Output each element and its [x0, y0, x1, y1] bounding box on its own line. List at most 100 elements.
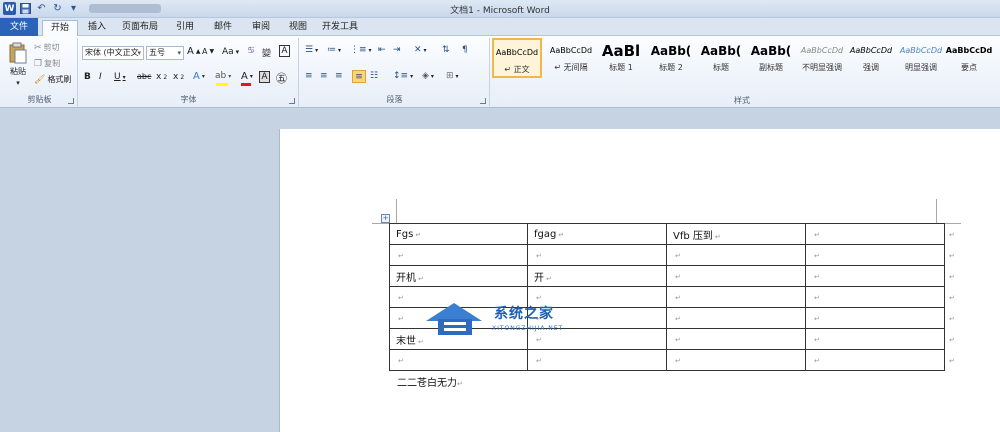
style-heading-2[interactable]: AaBb( 标题 2 — [646, 38, 696, 78]
decrease-indent-icon[interactable]: ⇤ — [378, 45, 386, 55]
cell-end-mark: ↵ — [675, 314, 681, 323]
multilevel-list-icon[interactable]: ⋮≡ ▾ — [350, 45, 372, 55]
grow-font-button[interactable]: A ▲ — [187, 46, 200, 57]
tab-references[interactable]: 引用 — [170, 20, 200, 36]
underline-button[interactable]: U ▾ — [114, 72, 126, 82]
table-cell[interactable]: ↵ — [527, 349, 667, 371]
font-family-select[interactable]: 宋体 (中文正文 — [82, 46, 144, 60]
strikethrough-button[interactable]: abc — [137, 72, 151, 81]
table-cell[interactable]: ↵ — [805, 265, 945, 287]
cell-end-mark: ↵ — [675, 251, 681, 260]
table-cell[interactable]: ↵ — [666, 349, 806, 371]
table-cell[interactable]: ↵ — [666, 286, 806, 308]
tab-home[interactable]: 开始 — [42, 20, 78, 37]
paragraph-after-table[interactable]: 二二苍白无力↵ — [397, 374, 463, 389]
cut-button[interactable]: ✂ 剪切 — [34, 42, 60, 53]
show-formatting-marks-icon[interactable]: ¶ — [462, 45, 468, 55]
style-title[interactable]: AaBb( 标题 — [696, 38, 746, 78]
distributed-icon[interactable]: ☷ — [370, 71, 378, 81]
paragraph-launcher-icon[interactable] — [480, 98, 486, 104]
increase-indent-icon[interactable]: ⇥ — [393, 45, 401, 55]
align-center-icon[interactable]: ≡ — [320, 71, 328, 81]
ribbon: 粘贴 ▾ ✂ 剪切 ❐ 复制 🖌 格式刷 剪贴板 宋体 (中文正文 五号 A▲ … — [0, 36, 1000, 108]
table-cell[interactable]: Fgs ↵ — [389, 223, 528, 245]
table-cell[interactable]: ↵ — [805, 349, 945, 371]
numbering-icon[interactable]: ≔ ▾ — [327, 45, 341, 55]
paragraph-text: 二二苍白无力 — [397, 378, 457, 389]
row-end-mark: ↵ — [949, 314, 955, 323]
table-cell[interactable]: ↵ — [666, 244, 806, 266]
table-cell[interactable]: ↵ — [805, 328, 945, 350]
subscript-button[interactable]: x2 — [156, 72, 167, 82]
style-heading-1[interactable]: AaBl 标题 1 — [596, 38, 646, 78]
highlight-color-icon[interactable]: ab ▾ — [215, 71, 231, 81]
document-area: + Fgs ↵ fgag ↵ Vfb 压到 ↵ ↵ ↵ ↵ ↵ ↵ ↵ ↵ 开机 ↵ 开 ↵ ↵ ↵ ↵ ↵ ↵ ↵ ↵ ↵ ↵ ↵… — [0, 109, 1000, 432]
shrink-font-button[interactable]: A ▼ — [202, 47, 214, 56]
table-cell[interactable]: ↵ — [666, 307, 806, 329]
row-end-mark: ↵ — [949, 251, 955, 260]
paste-button[interactable]: 粘贴 ▾ — [6, 42, 30, 87]
superscript-button[interactable]: x2 — [173, 72, 184, 82]
table-cell[interactable]: ↵ — [805, 286, 945, 308]
row-end-cell: ↵ — [945, 287, 956, 308]
style-emphasis[interactable]: AaBbCcDd 强调 — [846, 38, 896, 78]
bold-button[interactable]: B — [84, 72, 91, 82]
table-move-handle-icon[interactable]: + — [381, 214, 390, 223]
style-strong[interactable]: AaBbCcDd 要点 — [944, 38, 994, 78]
styles-gallery: AaBbCcDd ↵ 正文 AaBbCcDd ↵ 无间隔 AaBl 标题 1 A… — [492, 38, 992, 90]
tab-view[interactable]: 视图 — [283, 20, 313, 36]
clipboard-launcher-icon[interactable] — [68, 98, 74, 104]
style-subtitle[interactable]: AaBb( 副标题 — [746, 38, 796, 78]
table-cell[interactable]: fgag ↵ — [527, 223, 667, 245]
tab-mailings[interactable]: 邮件 — [208, 20, 238, 36]
font-size-select[interactable]: 五号 — [146, 46, 184, 60]
italic-button[interactable]: I — [99, 72, 102, 82]
style-normal[interactable]: AaBbCcDd ↵ 正文 — [492, 38, 542, 78]
enclose-characters-icon[interactable]: ㊄ — [276, 70, 287, 86]
style-no-spacing[interactable]: AaBbCcDd ↵ 无间隔 — [546, 38, 596, 78]
style-intense-emphasis[interactable]: AaBbCcDd 明显强调 — [896, 38, 946, 78]
character-border-icon[interactable]: A — [279, 45, 290, 57]
style-subtle-emphasis[interactable]: AaBbCcDd 不明显强调 — [796, 38, 848, 78]
table-cell[interactable]: 开机 ↵ — [389, 265, 528, 287]
clear-formatting-icon[interactable]: ♋ — [247, 46, 255, 56]
tab-review[interactable]: 审阅 — [246, 20, 276, 36]
character-shading-icon[interactable]: A — [259, 71, 270, 83]
tab-insert[interactable]: 插入 — [82, 20, 112, 36]
table-cell[interactable]: ↵ — [389, 349, 528, 371]
grow-font-label: A — [187, 46, 194, 57]
font-color-icon[interactable]: A ▾ — [241, 71, 253, 82]
justify-icon[interactable]: ≡ — [352, 70, 366, 83]
document-table[interactable]: Fgs ↵ fgag ↵ Vfb 压到 ↵ ↵ ↵ ↵ ↵ ↵ ↵ ↵ 开机 ↵ 开 ↵ ↵ ↵ ↵ ↵ ↵ ↵ ↵ ↵ ↵ ↵ ↵ ↵… — [389, 223, 956, 371]
sort-icon[interactable]: ⇅ — [442, 45, 450, 55]
watermark-logo: 系统之家 XITONGZHIJIA.NET — [424, 299, 584, 347]
table-cell[interactable]: ↵ — [666, 328, 806, 350]
table-cell[interactable]: ↵ — [389, 244, 528, 266]
copy-button[interactable]: ❐ 复制 — [34, 58, 60, 69]
align-left-icon[interactable]: ≡ — [305, 71, 313, 81]
chinese-layout-icon[interactable]: ✕ ▾ — [414, 45, 427, 55]
format-painter-button[interactable]: 🖌 格式刷 — [34, 74, 71, 85]
bullets-icon[interactable]: ☰ ▾ — [305, 45, 318, 55]
paste-dropdown-arrow[interactable]: ▾ — [16, 79, 20, 87]
borders-icon[interactable]: ⊞ ▾ — [446, 71, 459, 81]
tab-developer[interactable]: 开发工具 — [318, 20, 362, 36]
table-cell[interactable]: ↵ — [805, 244, 945, 266]
table-cell[interactable]: ↵ — [805, 307, 945, 329]
text-effects-icon[interactable]: A ▾ — [193, 71, 205, 82]
align-right-icon[interactable]: ≡ — [335, 71, 343, 81]
font-launcher-icon[interactable] — [289, 98, 295, 104]
shading-icon[interactable]: ◈ ▾ — [422, 71, 434, 81]
phonetic-guide-icon[interactable]: 變 — [262, 46, 271, 59]
table-cell[interactable]: 开 ↵ — [527, 265, 667, 287]
tab-page-layout[interactable]: 页面布局 — [118, 20, 162, 36]
document-page[interactable]: + Fgs ↵ fgag ↵ Vfb 压到 ↵ ↵ ↵ ↵ ↵ ↵ ↵ ↵ 开机 ↵ 开 ↵ ↵ ↵ ↵ ↵ ↵ ↵ ↵ ↵ ↵ ↵… — [279, 129, 1000, 432]
table-cell[interactable]: Vfb 压到 ↵ — [666, 223, 806, 245]
cell-end-mark: ↵ — [714, 232, 721, 241]
change-case-button[interactable]: Aa ▾ — [222, 47, 239, 57]
tab-file[interactable]: 文件 — [0, 18, 38, 36]
table-cell[interactable]: ↵ — [805, 223, 945, 245]
table-cell[interactable]: ↵ — [666, 265, 806, 287]
table-cell[interactable]: ↵ — [527, 244, 667, 266]
line-spacing-icon[interactable]: ↕≡ ▾ — [393, 71, 413, 81]
